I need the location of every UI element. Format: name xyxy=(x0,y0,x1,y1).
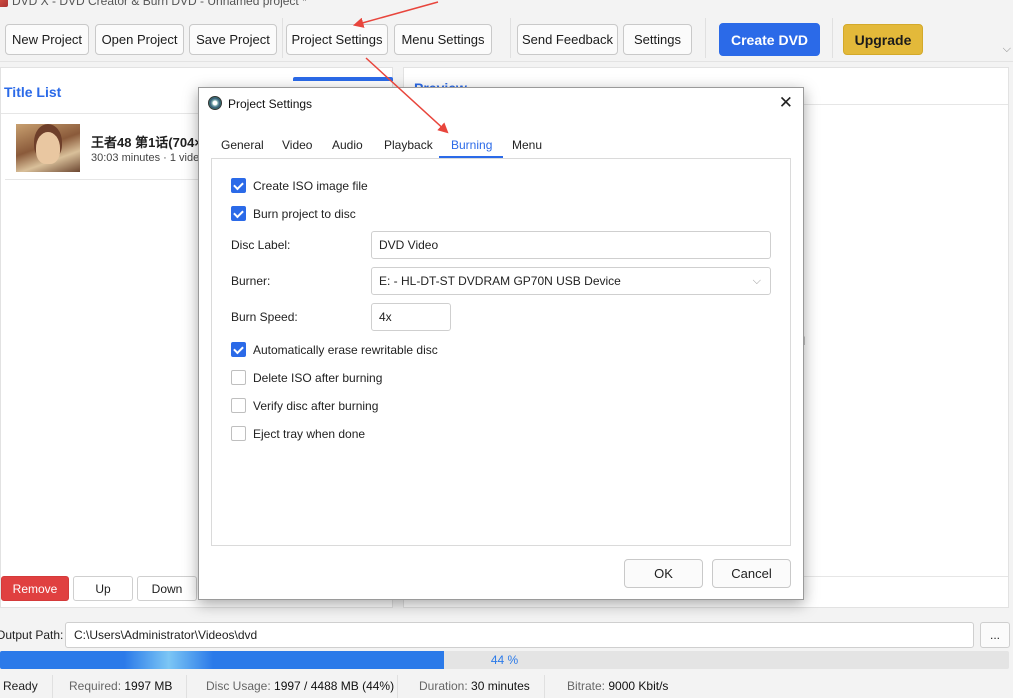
burner-caption: Burner: xyxy=(231,274,271,288)
status-bitrate-label: Bitrate: xyxy=(567,679,606,693)
main-toolbar: New Project Open Project Save Project Pr… xyxy=(0,14,1013,62)
toolbar-divider xyxy=(282,18,283,58)
progress-percent: 44 % xyxy=(490,653,519,667)
title-item-name: 王者48 第1话(704× xyxy=(91,135,202,150)
toolbar-divider xyxy=(510,18,511,58)
status-duration-label: Duration: xyxy=(419,679,468,693)
window-controls: — ☐ ✕ xyxy=(875,0,1013,3)
maximize-icon[interactable]: ☐ xyxy=(921,0,967,3)
auto-erase-label: Automatically erase rewritable disc xyxy=(253,342,438,357)
toolbar-divider xyxy=(832,18,833,58)
upgrade-button[interactable]: Upgrade xyxy=(843,24,923,55)
close-icon[interactable]: ✕ xyxy=(779,93,793,113)
minimize-icon[interactable]: — xyxy=(875,0,921,3)
move-up-button[interactable]: Up xyxy=(73,576,133,601)
settings-button[interactable]: Settings xyxy=(623,24,692,55)
status-required-label: Required: xyxy=(69,679,122,693)
output-path-input[interactable]: C:\Users\Administrator\Videos\dvd xyxy=(65,622,974,648)
status-bitrate: Bitrate: 9000 Kbit/s xyxy=(567,679,668,693)
toolbar-overflow-chevron-icon[interactable]: ⌵ xyxy=(1003,42,1011,56)
eject-tray-checkbox[interactable] xyxy=(231,426,246,441)
toolbar-divider xyxy=(705,18,706,58)
eject-tray-label: Eject tray when done xyxy=(253,426,366,441)
status-state: Ready xyxy=(3,679,38,693)
tab-burning[interactable]: Burning xyxy=(451,138,492,152)
verify-disc-label: Verify disc after burning xyxy=(253,398,379,413)
remove-button[interactable]: Remove xyxy=(1,576,69,601)
create-iso-label: Create ISO image file xyxy=(253,178,368,193)
close-window-icon[interactable]: ✕ xyxy=(967,0,1013,3)
move-down-button[interactable]: Down xyxy=(137,576,197,601)
menu-settings-button[interactable]: Menu Settings xyxy=(394,24,492,55)
tab-general[interactable]: General xyxy=(221,138,264,152)
burn-to-disc-label: Burn project to disc xyxy=(253,206,356,221)
delete-iso-option[interactable]: Delete ISO after burning xyxy=(231,370,382,385)
disc-usage-progress: 44 % xyxy=(0,651,1009,669)
project-settings-dialog: Project Settings ✕ General Video Audio P… xyxy=(198,87,804,600)
create-iso-option[interactable]: Create ISO image file xyxy=(231,178,368,193)
disc-label-caption: Disc Label: xyxy=(231,238,291,252)
open-project-button[interactable]: Open Project xyxy=(95,24,184,55)
create-dvd-button[interactable]: Create DVD xyxy=(719,23,820,56)
auto-erase-checkbox[interactable] xyxy=(231,342,246,357)
cancel-button[interactable]: Cancel xyxy=(712,559,791,588)
app-icon xyxy=(0,0,8,7)
ok-button[interactable]: OK xyxy=(624,559,703,588)
verify-disc-option[interactable]: Verify disc after burning xyxy=(231,398,378,413)
tab-playback[interactable]: Playback xyxy=(384,138,433,152)
burn-speed-caption: Burn Speed: xyxy=(231,310,298,324)
title-list-header: Title List xyxy=(4,84,62,100)
dialog-title: Project Settings xyxy=(228,97,313,111)
burn-to-disc-option[interactable]: Burn project to disc xyxy=(231,206,356,221)
status-duration-value: 30 minutes xyxy=(471,679,530,693)
disc-label-input[interactable]: DVD Video xyxy=(371,231,771,259)
send-feedback-button[interactable]: Send Feedback xyxy=(517,24,618,55)
dvd-disc-icon xyxy=(208,96,222,110)
status-disc-usage: Disc Usage: 1997 / 4488 MB (44%) xyxy=(206,679,394,693)
burn-speed-input[interactable]: 4x xyxy=(371,303,451,331)
burn-to-disc-checkbox[interactable] xyxy=(231,206,246,221)
create-iso-checkbox[interactable] xyxy=(231,178,246,193)
window-title: DVD X - DVD Creator & Burn DVD - Unnamed… xyxy=(12,0,307,8)
status-bitrate-value: 9000 Kbit/s xyxy=(608,679,669,693)
verify-disc-checkbox[interactable] xyxy=(231,398,246,413)
save-project-button[interactable]: Save Project xyxy=(189,24,277,55)
status-disc-value: 1997 / 4488 MB (44%) xyxy=(274,679,395,693)
project-settings-button[interactable]: Project Settings xyxy=(286,24,388,55)
browse-button[interactable]: ... xyxy=(980,622,1010,648)
status-divider xyxy=(397,675,398,698)
tab-video[interactable]: Video xyxy=(282,138,312,152)
tab-audio[interactable]: Audio xyxy=(332,138,363,152)
status-bar: Ready Required: 1997 MB Disc Usage: 1997… xyxy=(0,675,1013,698)
new-project-button[interactable]: New Project xyxy=(5,24,89,55)
status-duration: Duration: 30 minutes xyxy=(419,679,530,693)
status-divider xyxy=(186,675,187,698)
output-path-label: Output Path: xyxy=(0,628,64,642)
active-tab-indicator xyxy=(293,77,393,81)
auto-erase-option[interactable]: Automatically erase rewritable disc xyxy=(231,342,438,357)
title-item-details: 30:03 minutes · 1 video xyxy=(91,152,206,164)
status-required-value: 1997 MB xyxy=(124,679,173,693)
eject-tray-option[interactable]: Eject tray when done xyxy=(231,426,365,441)
video-thumbnail xyxy=(16,124,80,172)
burner-select[interactable]: E: - HL-DT-ST DVDRAM GP70N USB Device ⌵ xyxy=(371,267,771,295)
delete-iso-label: Delete ISO after burning xyxy=(253,370,383,385)
window-titlebar: DVD X - DVD Creator & Burn DVD - Unnamed… xyxy=(0,0,1013,10)
status-divider xyxy=(544,675,545,698)
status-divider xyxy=(52,675,53,698)
status-disc-label: Disc Usage: xyxy=(206,679,271,693)
delete-iso-checkbox[interactable] xyxy=(231,370,246,385)
status-required: Required: 1997 MB xyxy=(69,679,172,693)
chevron-down-icon: ⌵ xyxy=(752,274,761,287)
tab-menu[interactable]: Menu xyxy=(512,138,542,152)
burner-select-value: E: - HL-DT-ST DVDRAM GP70N USB Device xyxy=(379,274,621,288)
